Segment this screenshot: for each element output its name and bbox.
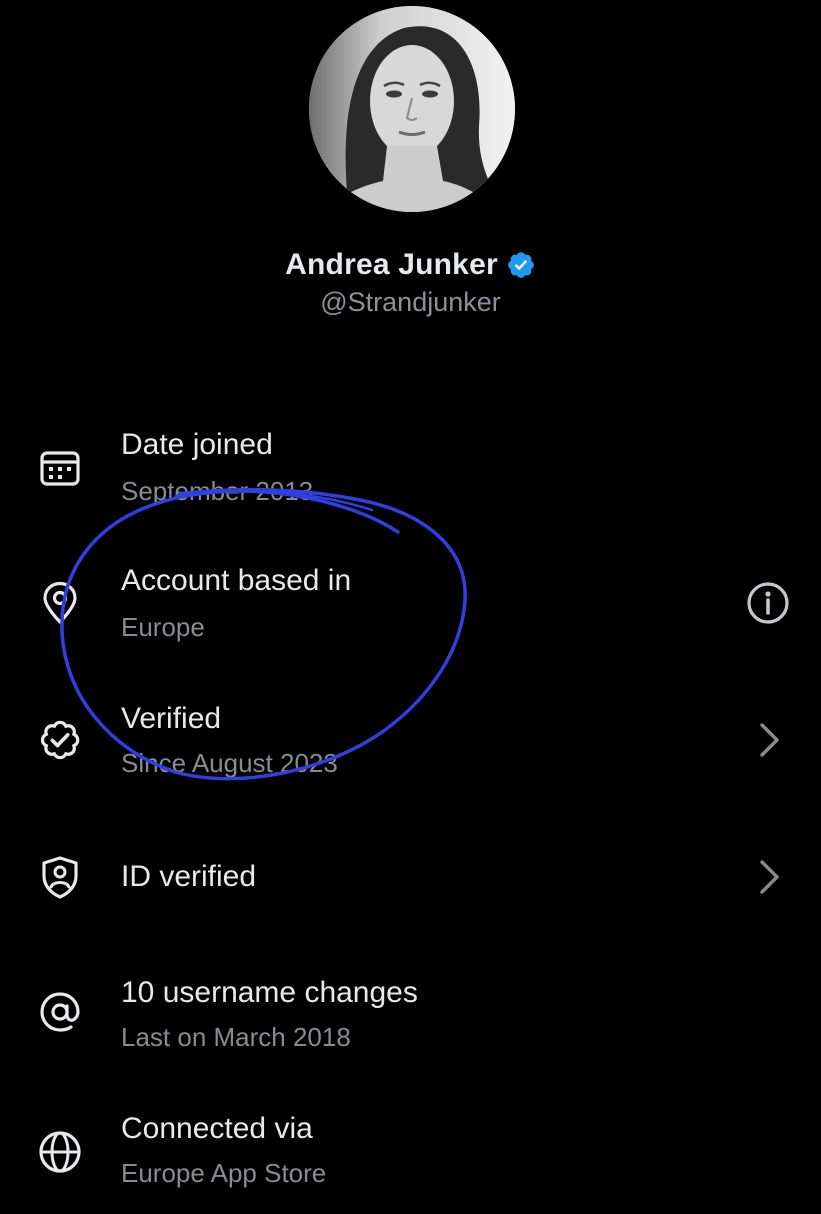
- about-item-id-verified[interactable]: ID verified: [0, 830, 821, 940]
- connected-via-label: Connected via: [121, 1112, 313, 1145]
- about-item-date-joined: Date joined September 2013: [0, 420, 821, 530]
- date-joined-value: September 2013: [121, 476, 314, 506]
- id-shield-icon: [37, 854, 83, 900]
- date-joined-label: Date joined: [121, 428, 273, 461]
- verified-value: Since August 2023: [121, 748, 338, 778]
- chevron-right-icon[interactable]: [745, 854, 791, 900]
- id-verified-label: ID verified: [121, 860, 257, 893]
- info-icon[interactable]: [745, 580, 791, 626]
- about-item-account-based-in: Account based in Europe: [0, 556, 821, 666]
- verified-badge-icon[interactable]: [506, 250, 536, 280]
- verified-check-icon: [37, 717, 83, 763]
- about-item-connected-via: Connected via Europe App Store: [0, 1104, 821, 1214]
- calendar-icon: [37, 444, 83, 490]
- chevron-right-icon[interactable]: [745, 717, 791, 763]
- connected-via-value: Europe App Store: [121, 1158, 327, 1188]
- about-item-verified[interactable]: Verified Since August 2023: [0, 694, 821, 804]
- account-based-in-label: Account based in: [121, 564, 352, 597]
- globe-icon: [37, 1129, 83, 1175]
- display-name: Andrea Junker: [285, 248, 498, 281]
- profile-avatar[interactable]: [309, 6, 515, 212]
- profile-name-row: Andrea Junker: [0, 248, 821, 282]
- username-changes-label: 10 username changes: [121, 976, 418, 1009]
- about-item-username-changes: 10 username changes Last on March 2018: [0, 968, 821, 1078]
- account-based-in-value: Europe: [121, 612, 205, 642]
- verified-label: Verified: [121, 702, 222, 735]
- location-pin-icon: [37, 580, 83, 626]
- profile-handle: @Strandjunker: [320, 287, 501, 317]
- username-changes-value: Last on March 2018: [121, 1022, 351, 1052]
- at-sign-icon: [37, 989, 83, 1035]
- avatar-photo: [309, 6, 515, 212]
